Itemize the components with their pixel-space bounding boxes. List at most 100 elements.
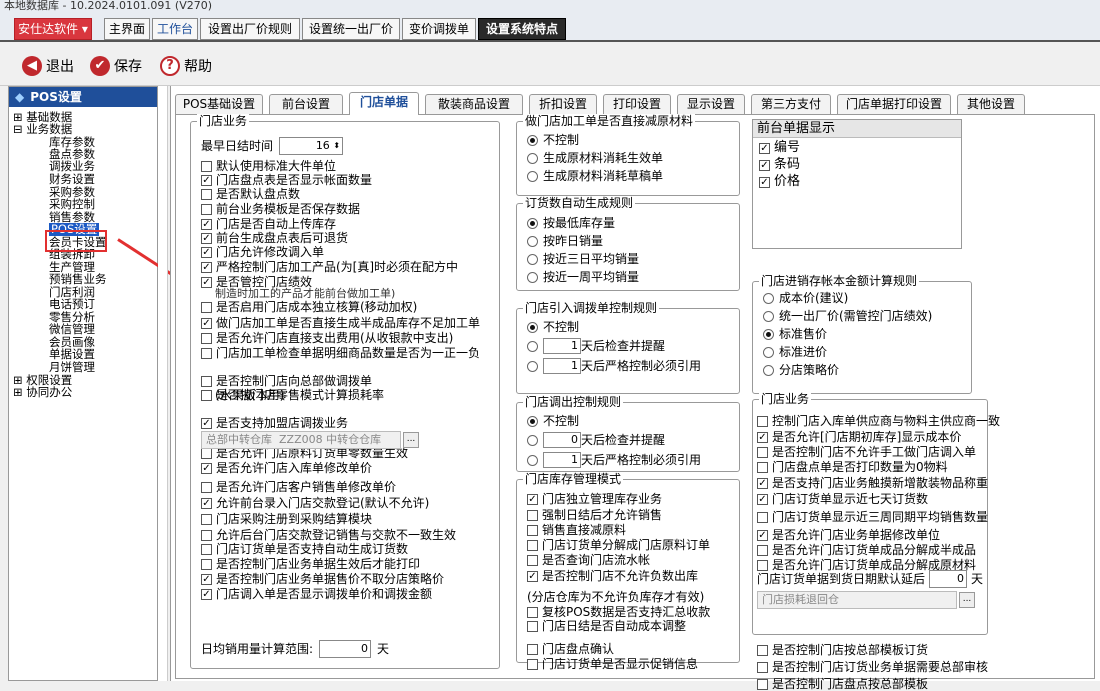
radio[interactable] [527,152,538,164]
center-warehouse-browse-button[interactable]: ... [403,432,419,448]
checkbox[interactable]: ✓ [757,431,768,443]
earliest-day-spinner[interactable]: 16 ⬍ [279,137,344,155]
checkbox[interactable]: ✓ [759,142,770,154]
radio[interactable] [527,434,538,446]
tab-system-features[interactable]: 设置系统特点 [478,18,566,40]
tree-item[interactable]: 预销售业务 [49,273,107,286]
radio[interactable] [527,217,538,229]
radio[interactable] [527,271,538,283]
radio-option[interactable]: 生成原材料消耗生效单 [527,151,663,165]
radio[interactable] [763,364,774,376]
display-field-item[interactable]: ✓ 价格 [759,175,961,189]
inventory-option[interactable]: 复核POS数据是否支持汇总收款 [527,605,710,619]
loss-warehouse-browse-button[interactable]: ... [959,592,975,608]
store-option[interactable]: 门店订货单是否支持自动生成订货数 [201,542,408,556]
store-option[interactable]: 门店采购注册到采购结算模块 [201,512,372,526]
tree-item[interactable]: 月饼管理 [49,361,95,374]
radio-option[interactable]: 成本价(建议) [763,291,848,305]
tree-item[interactable]: ⊟ 业务数据 [13,123,72,136]
template-option[interactable]: 是否控制门店按总部模板订货 [757,643,928,657]
checkbox[interactable]: ✓ [201,417,212,429]
tab-main[interactable]: 主界面 [104,18,150,40]
store-option[interactable]: ✓ 门店调入单是否显示调拨单价和调拨金额 [201,587,432,601]
store-option-2[interactable]: ✓ 是否支持门店业务触摸新增散装物品称重 [757,476,988,490]
checkbox[interactable]: ✓ [757,477,768,489]
checkbox[interactable]: ✓ [527,493,538,505]
inventory-option[interactable]: 门店盘点确认 [527,642,614,656]
checkbox[interactable]: ✓ [201,317,212,329]
day-spinner[interactable]: 1 [543,358,581,374]
checkbox[interactable]: ✓ [201,462,212,474]
panel-tab[interactable]: 打印设置 [603,94,671,114]
day-rule-option[interactable]: 1 天后检查并提醒 [527,338,665,354]
display-field-item[interactable]: ✓ 条码 [759,158,961,172]
checkbox[interactable] [757,661,768,673]
radio[interactable] [527,134,538,146]
tab-workbench[interactable]: 工作台 [152,18,198,40]
store-option[interactable]: 是否启用门店成本独立核算(移动加权) [201,300,417,314]
checkbox[interactable] [201,375,212,387]
checkbox[interactable] [527,509,538,521]
radio-option[interactable]: 生成原材料消耗草稿单 [527,169,663,183]
checkbox[interactable] [757,511,768,523]
front-document-display-list[interactable]: 前台单据显示 ✓ 编号 ✓ 条码 ✓ 价格 [752,119,962,249]
radio-option[interactable]: 不控制 [527,320,579,334]
panel-tab[interactable]: POS基础设置 [175,94,263,114]
checkbox[interactable] [527,539,538,551]
splitter[interactable] [158,86,168,681]
radio-option[interactable]: 分店策略价 [763,363,839,377]
day-rule-option[interactable]: 1 天后严格控制必须引用 [527,358,701,374]
checkbox[interactable]: ✓ [201,573,212,585]
checkbox[interactable] [201,389,212,401]
checkbox[interactable] [527,606,538,618]
panel-tab[interactable]: 其他设置 [957,94,1025,114]
store-option[interactable]: ✓ 严格控制门店加工产品(为[真]时必须在配方中 [201,260,458,274]
day-rule-option[interactable]: 1 天后严格控制必须引用 [527,452,701,468]
radio-option[interactable]: 统一出厂价(需管控门店绩效) [763,309,932,323]
tab-factory-price-rule[interactable]: 设置出厂价规则 [200,18,300,40]
checkbox[interactable] [201,558,212,570]
panel-tab[interactable]: 显示设置 [677,94,745,114]
checkbox[interactable] [757,559,768,571]
inventory-option[interactable]: 门店订货单是否显示促销信息 [527,657,698,671]
checkbox[interactable] [201,543,212,555]
store-option[interactable]: ✓ 是否控制门店业务单据售价不取分店策略价 [201,572,444,586]
checkbox[interactable] [527,658,538,670]
panel-tab[interactable]: 第三方支付 [751,94,831,114]
radio[interactable] [527,415,538,427]
checkbox[interactable] [757,544,768,556]
checkbox[interactable]: ✓ [201,232,212,244]
radio[interactable] [763,346,774,358]
radio[interactable] [763,292,774,304]
brand-menu[interactable]: 安仕达软件 ▾ [14,18,92,40]
inventory-option[interactable]: 是否查询门店流水帐 [527,553,650,567]
inventory-option[interactable]: 销售直接减原料 [527,523,626,537]
checkbox[interactable]: ✓ [757,493,768,505]
checkbox[interactable] [201,160,212,172]
template-option[interactable]: 是否控制门店订货业务单据需要总部审核 [757,660,988,674]
store-option[interactable]: 是否允许门店直接支出费用(从收银款中支出) [201,331,453,345]
store-option[interactable]: 门店加工单检查单据明细商品数量是否为一正一负 [201,346,480,360]
radio[interactable] [527,360,538,372]
store-option[interactable]: ✓ 是否允许门店入库单修改单价 [201,461,372,475]
radio-option[interactable]: 不控制 [527,414,579,428]
checkbox[interactable] [201,203,212,215]
checkbox[interactable]: ✓ [759,159,770,171]
delay-input[interactable]: 0 [929,570,968,588]
radio-option[interactable]: 按最低库存量 [527,216,615,230]
checkbox[interactable]: ✓ [201,261,212,273]
day-rule-option[interactable]: 0 天后检查并提醒 [527,432,665,448]
tree-item[interactable]: 财务设置 [49,173,95,186]
store-option[interactable]: ✓ 前台生成盘点表后可退货 [201,231,348,245]
day-spinner[interactable]: 0 [543,432,581,448]
store-option-2[interactable]: 是否允许门店订货单成品分解成半成品 [757,543,976,557]
store-option-2[interactable]: 门店订货单显示近三周同期平均销售数量 [757,510,988,524]
tree-item[interactable]: 单据设置 [49,348,95,361]
store-option[interactable]: 是否控制门店向总部做调拨单 [201,374,372,388]
inventory-option[interactable]: 强制日结后才允许销售 [527,508,662,522]
radio-option[interactable]: 按近三日平均销量 [527,252,639,266]
store-option[interactable]: 是否允许门店客户销售单修改单价 [201,480,396,494]
checkbox[interactable] [527,524,538,536]
checkbox[interactable] [201,347,212,359]
template-option[interactable]: 是否控制门店盘点按总部模板 [757,677,928,691]
